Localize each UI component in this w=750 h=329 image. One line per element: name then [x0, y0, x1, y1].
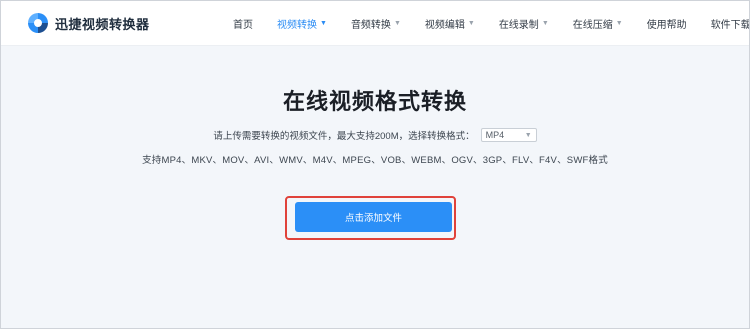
- chevron-down-icon: ▼: [393, 19, 401, 27]
- nav-item-download[interactable]: 软件下载: [710, 16, 750, 31]
- format-select-value: MP4: [485, 130, 505, 140]
- converter-hero: 在线视频格式转换 请上传需要转换的视频文件，最大支持200M，选择转换格式： M…: [1, 46, 749, 328]
- supported-formats-text: 支持MP4、MKV、MOV、AVI、WMV、M4V、MPEG、VOB、WEBM、…: [142, 155, 608, 166]
- add-file-button[interactable]: 点击添加文件: [295, 202, 452, 232]
- nav-item-audio-convert[interactable]: 音频转换 ▼: [351, 16, 401, 31]
- brand-logo-icon: [28, 13, 48, 33]
- brand-logo[interactable]: 迅捷视频转换器: [27, 12, 150, 34]
- chevron-down-icon: ▼: [615, 19, 623, 27]
- nav-item-label: 首页: [233, 19, 253, 31]
- chevron-down-icon: ▼: [320, 19, 327, 27]
- chevron-down-icon: ▼: [467, 19, 475, 27]
- nav-item-video-edit[interactable]: 视频编辑 ▼: [425, 16, 475, 31]
- nav-item-video-convert[interactable]: 视频转换 ▼: [277, 16, 327, 31]
- nav-item-label: 视频转换: [277, 19, 317, 31]
- page-title: 在线视频格式转换: [282, 89, 467, 114]
- upload-hint-text: 请上传需要转换的视频文件，最大支持200M，选择转换格式：: [213, 131, 475, 142]
- nav-item-online-record[interactable]: 在线录制 ▼: [499, 16, 549, 31]
- upload-hint-row: 请上传需要转换的视频文件，最大支持200M，选择转换格式： MP4 ▼: [1, 128, 749, 142]
- nav-item-home[interactable]: 首页: [233, 16, 253, 31]
- format-select[interactable]: MP4 ▼: [480, 128, 537, 142]
- nav-item-label: 软件下载: [710, 19, 750, 31]
- nav-item-label: 在线压缩: [572, 19, 613, 31]
- top-navbar: 迅捷视频转换器 首页 视频转换 ▼ 音频转换 ▼ 视频编辑 ▼ 在线录制 ▼ 在…: [1, 1, 749, 46]
- brand-name: 迅捷视频转换器: [55, 16, 150, 32]
- add-file-button-label: 点击添加文件: [344, 213, 402, 224]
- browser-viewport: 迅捷视频转换器 首页 视频转换 ▼ 音频转换 ▼ 视频编辑 ▼ 在线录制 ▼ 在…: [0, 0, 750, 329]
- nav-item-label: 在线录制: [498, 19, 539, 31]
- chevron-down-icon: ▼: [524, 131, 532, 139]
- chevron-down-icon: ▼: [541, 19, 549, 27]
- main-nav: 首页 视频转换 ▼ 音频转换 ▼ 视频编辑 ▼ 在线录制 ▼ 在线压缩 ▼ 使用…: [233, 1, 750, 45]
- nav-item-label: 视频编辑: [424, 19, 465, 31]
- nav-item-label: 使用帮助: [646, 19, 687, 31]
- nav-item-online-compress[interactable]: 在线压缩 ▼: [573, 16, 623, 31]
- nav-item-help[interactable]: 使用帮助: [647, 16, 687, 31]
- nav-item-label: 音频转换: [350, 19, 391, 31]
